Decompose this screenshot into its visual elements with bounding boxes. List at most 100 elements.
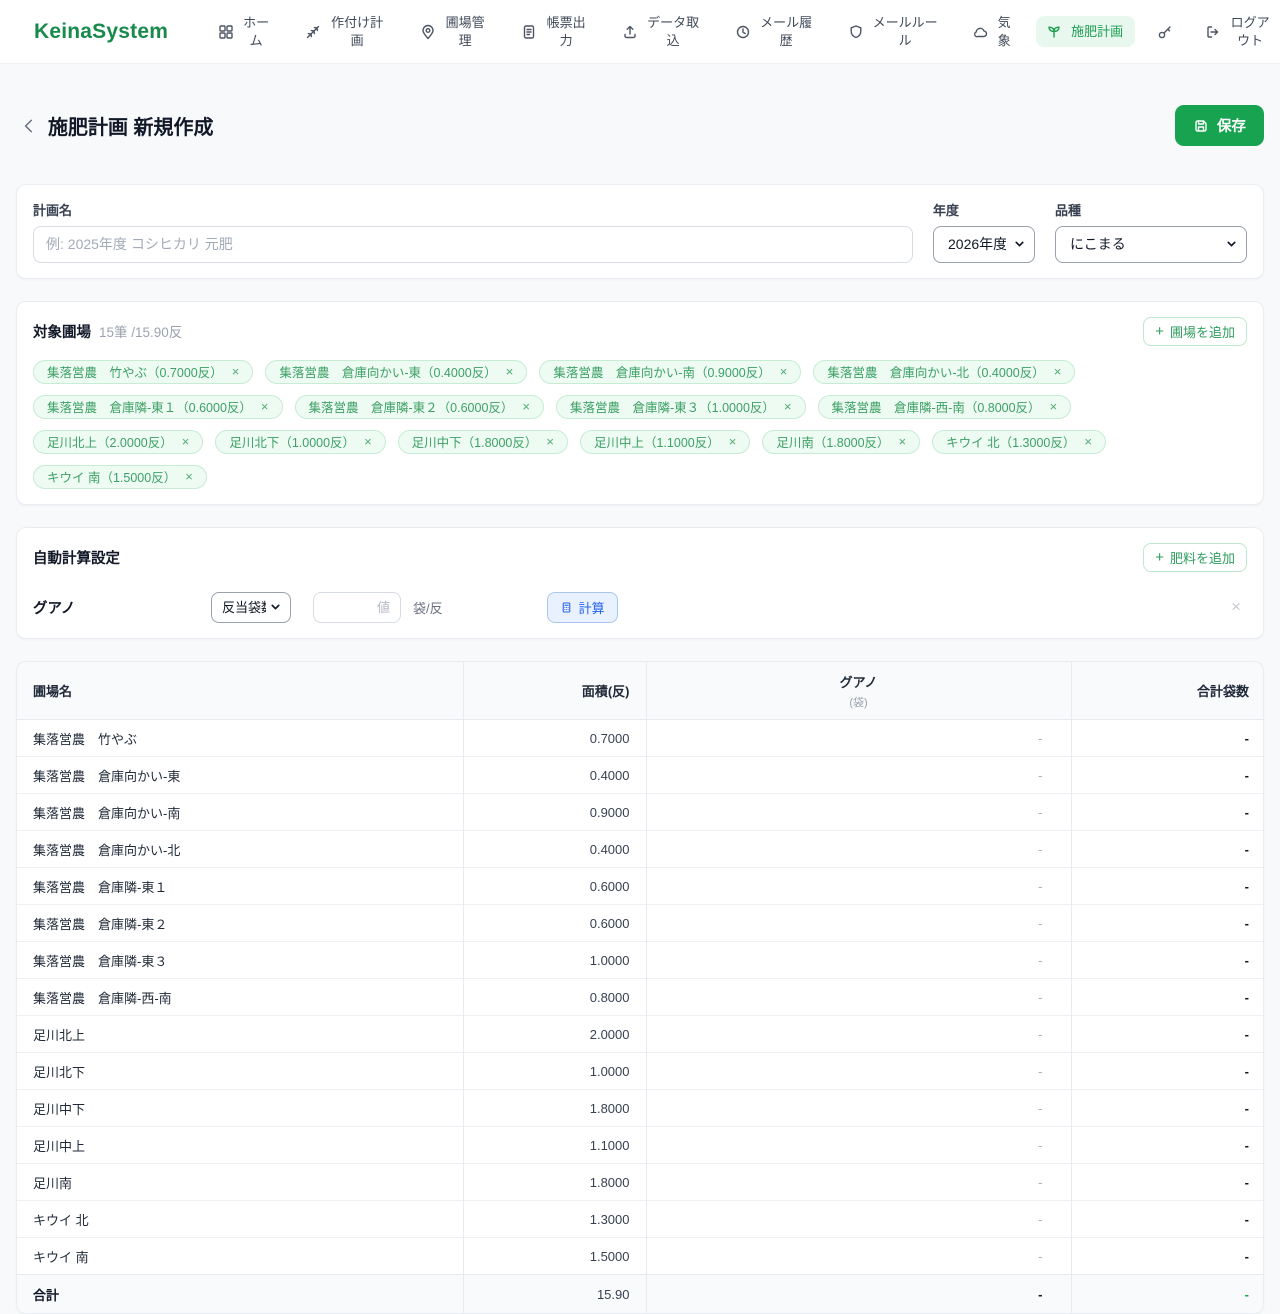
key-icon xyxy=(1157,24,1173,40)
add-fertilizer-button[interactable]: + 肥料を追加 xyxy=(1143,542,1247,572)
remove-tag-icon[interactable]: × xyxy=(232,365,240,378)
auto-calc-title: 自動計算設定 xyxy=(33,550,120,567)
nav-item-field-management[interactable]: 圃場管理 xyxy=(410,7,497,56)
remove-tag-icon[interactable]: × xyxy=(784,400,792,413)
remove-tag-icon[interactable]: × xyxy=(899,435,907,448)
plus-icon: + xyxy=(1155,322,1164,340)
table-row: 集落営農 倉庫隣-東２ 0.6000- - xyxy=(17,904,1263,942)
sprout-icon xyxy=(1046,23,1062,39)
table-row: 足川南 1.8000- - xyxy=(17,1163,1263,1201)
nav-item-weather[interactable]: 気象 xyxy=(963,7,1022,56)
field-tag[interactable]: 足川北下（1.0000反） × xyxy=(215,429,386,454)
save-button[interactable]: 保存 xyxy=(1175,105,1264,147)
nav-item-home[interactable]: ホーム xyxy=(208,7,281,56)
nav-item-data-import[interactable]: データ取込 xyxy=(612,7,711,56)
plan-form-card: 計画名 年度 2026年度 品種 にこまる xyxy=(16,183,1264,279)
plan-name-label: 計画名 xyxy=(33,202,73,218)
remove-tag-icon[interactable]: × xyxy=(1054,365,1062,378)
col-header-total: 合計袋数 xyxy=(1071,661,1263,721)
field-tag[interactable]: 集落営農 倉庫隣-東２（0.6000反） × xyxy=(294,394,544,419)
add-field-button[interactable]: + 圃場を追加 xyxy=(1143,316,1247,346)
table-row: キウイ 南 1.5000- - xyxy=(17,1237,1263,1275)
back-button[interactable] xyxy=(20,117,38,135)
field-tag[interactable]: 集落営農 竹やぶ（0.7000反） × xyxy=(33,359,254,384)
remove-tag-icon[interactable]: × xyxy=(1050,400,1058,413)
col-header-area: 面積(反) xyxy=(463,661,647,721)
field-tag[interactable]: 足川南（1.8000反） × xyxy=(762,429,921,454)
nav-item-report-output[interactable]: 帳票出力 xyxy=(511,7,598,56)
remove-tag-icon[interactable]: × xyxy=(261,400,269,413)
target-fields-title: 対象圃場 xyxy=(33,324,91,341)
field-tag-list: 集落営農 竹やぶ（0.7000反） × 集落営農 倉庫向かい-東（0.4000反）… xyxy=(33,359,1247,489)
table-total-row: 合計 15.90- - xyxy=(17,1274,1263,1313)
year-label: 年度 xyxy=(933,202,960,218)
variety-select[interactable]: にこまる xyxy=(1055,225,1247,263)
remove-tag-icon[interactable]: × xyxy=(185,470,193,483)
save-button-label: 保存 xyxy=(1217,119,1246,136)
remove-tag-icon[interactable]: × xyxy=(522,400,530,413)
fertilizer-name: グアノ xyxy=(33,600,76,617)
field-tag[interactable]: 集落営農 倉庫向かい-東（0.4000反） × xyxy=(265,359,528,384)
chevron-left-icon xyxy=(24,119,33,133)
logout-icon xyxy=(1205,24,1221,40)
grid-icon xyxy=(218,24,234,40)
table-row: 足川中下 1.8000- - xyxy=(17,1089,1263,1127)
table-row: 集落営農 倉庫隣-東３ 1.0000- - xyxy=(17,941,1263,979)
remove-fertilizer-icon[interactable]: × xyxy=(1225,597,1247,617)
field-tag[interactable]: 集落営農 倉庫隣-西-南（0.8000反） × xyxy=(817,394,1072,419)
table-row: 集落営農 倉庫隣-西-南 0.8000- - xyxy=(17,978,1263,1016)
field-tag[interactable]: 集落営農 倉庫向かい-南（0.9000反） × xyxy=(539,359,802,384)
plan-name-input[interactable] xyxy=(33,225,913,263)
history-icon xyxy=(735,24,751,40)
remove-tag-icon[interactable]: × xyxy=(546,435,554,448)
year-select[interactable]: 2026年度 xyxy=(933,225,1035,263)
field-tag[interactable]: キウイ 北（1.3000反） × xyxy=(932,429,1106,454)
table-row: 足川北下 1.0000- - xyxy=(17,1052,1263,1090)
document-icon xyxy=(521,24,537,40)
target-fields-card: 対象圃場 15筆 /15.90反 + 圃場を追加 集落営農 竹やぶ（0.7000… xyxy=(16,300,1264,505)
field-tag[interactable]: 集落営農 倉庫向かい-北（0.4000反） × xyxy=(813,359,1076,384)
nav-item-mail-history[interactable]: メール履歴 xyxy=(725,7,824,56)
cloud-icon xyxy=(973,24,989,40)
table-header-row: 圃場名 面積(反) グアノ (袋) 合計袋数 xyxy=(17,661,1263,721)
table-row: 集落営農 倉庫隣-東１ 0.6000- - xyxy=(17,867,1263,905)
field-tag[interactable]: 集落営農 倉庫隣-東３（1.0000反） × xyxy=(556,394,806,419)
brand-logo: KeinaSystem xyxy=(34,19,169,43)
page-title: 施肥計画 新規作成 xyxy=(48,117,214,140)
page-header: 施肥計画 新規作成 保存 xyxy=(20,98,1264,154)
table-row: 集落営農 倉庫向かい-東 0.4000- - xyxy=(17,756,1263,794)
remove-tag-icon[interactable]: × xyxy=(182,435,190,448)
col-header-guano: グアノ (袋) xyxy=(646,661,1072,721)
wheat-icon xyxy=(305,24,321,40)
auto-calc-card: 自動計算設定 + 肥料を追加 グアノ 反当袋数 袋/反 計算 × xyxy=(16,526,1264,639)
nav-item-planting-plan[interactable]: 作付け計画 xyxy=(295,7,396,56)
calculate-button[interactable]: 計算 xyxy=(546,591,618,623)
nav-items: ホーム 作付け計画 圃場管理 帳票出力 データ取込 メール履歴 メールルール 気… xyxy=(208,7,1280,56)
field-tag[interactable]: 足川中下（1.8000反） × xyxy=(397,429,568,454)
map-pin-icon xyxy=(420,24,436,40)
calc-value-input[interactable] xyxy=(313,591,401,623)
fields-table: 圃場名 面積(反) グアノ (袋) 合計袋数 集落営農 竹やぶ 0.7000- - 集… xyxy=(17,661,1263,1313)
nav-item-mail-rules[interactable]: メールルール xyxy=(838,7,949,56)
shield-icon xyxy=(848,24,864,40)
remove-tag-icon[interactable]: × xyxy=(364,435,372,448)
table-row: 足川北上 2.0000- - xyxy=(17,1015,1263,1053)
field-tag[interactable]: キウイ 南（1.5000反） × xyxy=(33,464,207,489)
top-navigation: KeinaSystem ホーム 作付け計画 圃場管理 帳票出力 データ取込 メー… xyxy=(0,0,1280,64)
field-tag[interactable]: 集落営農 倉庫隣-東１（0.6000反） × xyxy=(33,394,283,419)
calc-mode-select[interactable]: 反当袋数 xyxy=(211,591,291,623)
nav-item-password[interactable] xyxy=(1149,17,1181,47)
remove-tag-icon[interactable]: × xyxy=(1084,435,1092,448)
table-row: 足川中上 1.1000- - xyxy=(17,1126,1263,1164)
field-tag[interactable]: 足川中上（1.1000反） × xyxy=(579,429,751,454)
nav-item-fertilization-plan[interactable]: 施肥計画 xyxy=(1036,15,1136,48)
remove-tag-icon[interactable]: × xyxy=(506,365,514,378)
field-tag[interactable]: 足川北上（2.0000反） × xyxy=(33,429,204,454)
remove-tag-icon[interactable]: × xyxy=(780,365,788,378)
variety-label: 品種 xyxy=(1055,202,1082,218)
nav-item-logout[interactable]: ログアウト xyxy=(1195,7,1280,56)
save-icon xyxy=(1195,120,1207,132)
remove-tag-icon[interactable]: × xyxy=(729,435,737,448)
upload-icon xyxy=(622,24,638,40)
fields-table-card: 圃場名 面積(反) グアノ (袋) 合計袋数 集落営農 竹やぶ 0.7000- - 集… xyxy=(16,660,1264,1314)
